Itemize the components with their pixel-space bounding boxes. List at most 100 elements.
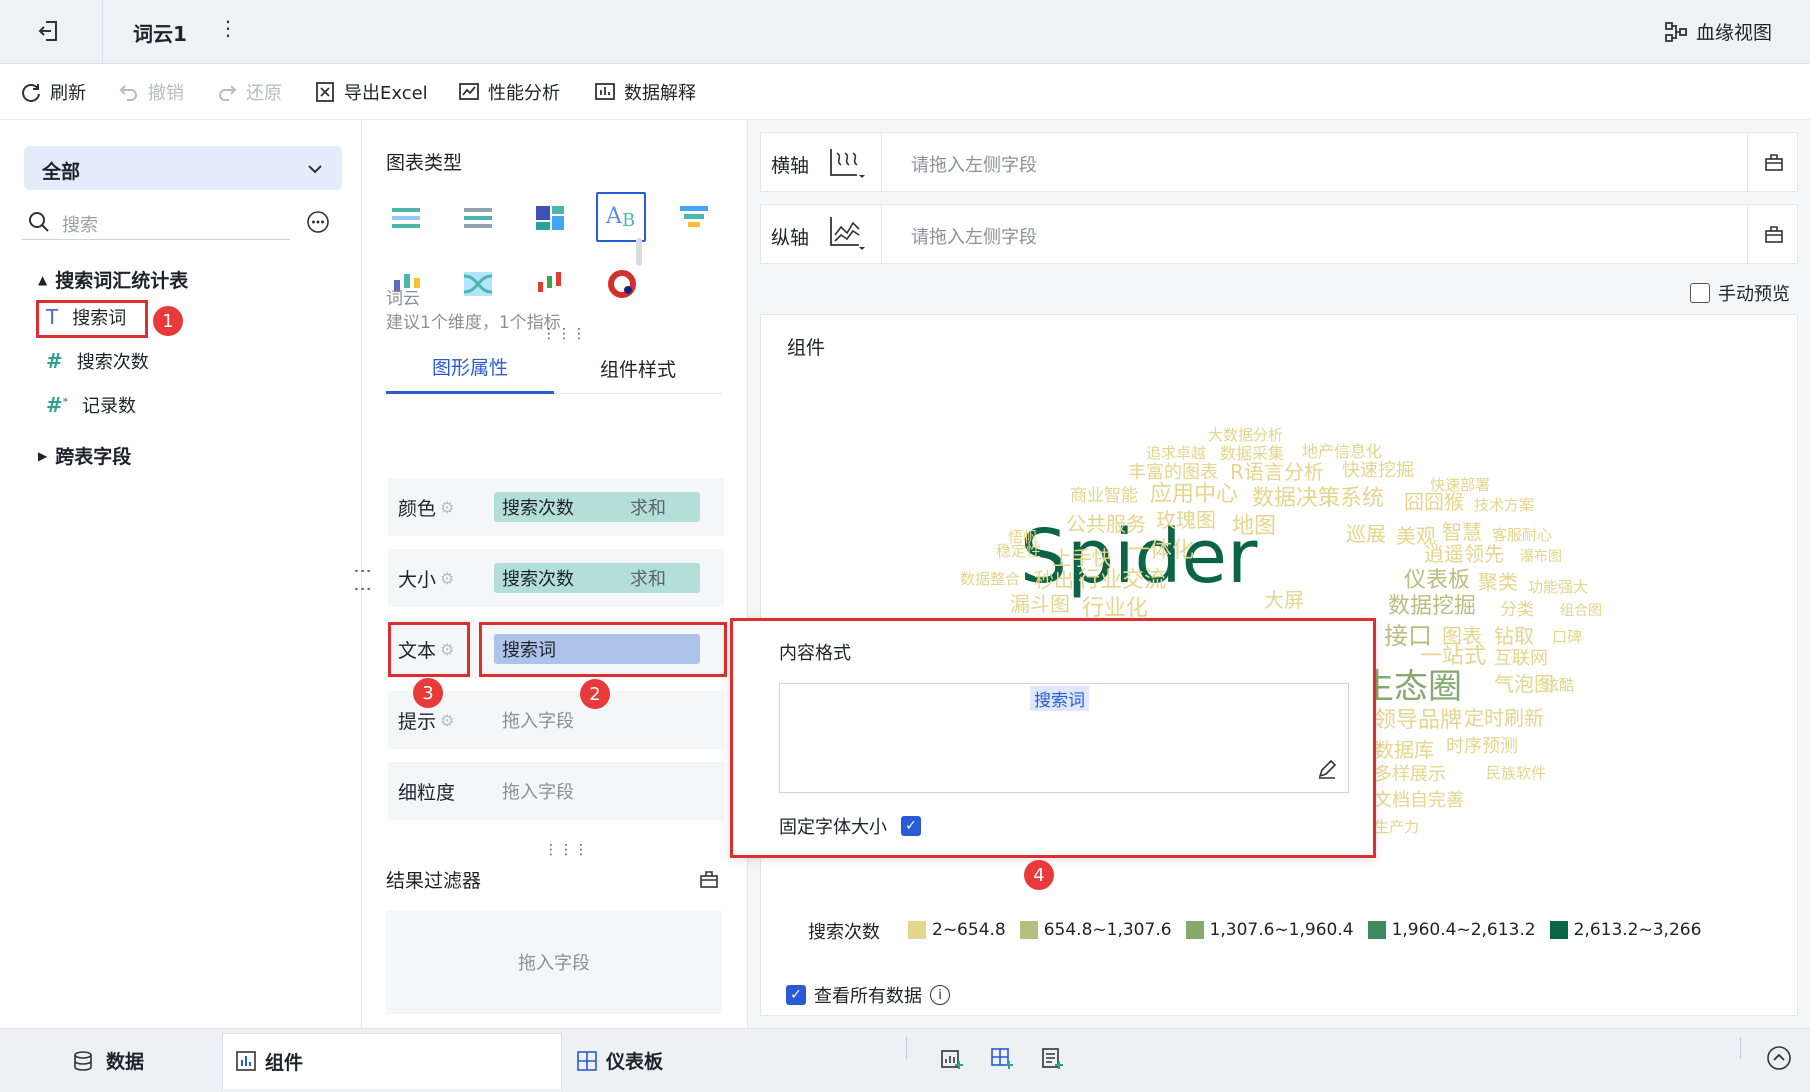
word-cloud-word[interactable]: 大屏 bbox=[1264, 590, 1304, 610]
word-cloud-word[interactable]: 秒出 bbox=[1034, 570, 1074, 590]
add-report-icon[interactable] bbox=[1040, 1047, 1064, 1071]
word-cloud-word[interactable]: 快速挖掘 bbox=[1342, 462, 1414, 480]
axis-settings-icon[interactable] bbox=[1763, 223, 1785, 245]
word-cloud-word[interactable]: 聚类 bbox=[1478, 572, 1518, 592]
data-explain-button[interactable]: 数据解释 bbox=[594, 64, 696, 120]
word-cloud-word[interactable]: 行业化 bbox=[1082, 598, 1148, 620]
word-cloud-word[interactable]: 应用中心 bbox=[1150, 484, 1238, 506]
filter-drop-zone[interactable]: 拖入字段 bbox=[386, 910, 722, 1014]
chart-type-scrollbar[interactable] bbox=[636, 238, 642, 266]
legend-item[interactable]: 1,960.4~2,613.2 bbox=[1367, 920, 1536, 940]
scope-select[interactable]: 全部 bbox=[24, 146, 342, 190]
x-axis-drop-zone[interactable]: 请拖入左侧字段 bbox=[911, 151, 1037, 177]
color-field-pill[interactable]: 搜索次数 求和 bbox=[494, 492, 700, 522]
tab-data[interactable]: 数据 bbox=[72, 1047, 144, 1074]
word-cloud-word[interactable]: 稳定性 bbox=[996, 544, 1041, 559]
word-cloud-word[interactable]: 大数据分析 bbox=[1208, 428, 1283, 443]
word-cloud-word[interactable]: 地图 bbox=[1232, 516, 1276, 538]
word-cloud-word[interactable]: 漏斗图 bbox=[1010, 594, 1070, 614]
edit-pencil-icon[interactable] bbox=[1316, 758, 1338, 780]
performance-analysis-button[interactable]: 性能分析 bbox=[458, 64, 560, 120]
refresh-button[interactable]: 刷新 bbox=[20, 64, 86, 120]
panel-resize-icon[interactable]: ⋮⋮ bbox=[352, 562, 373, 598]
word-cloud-word[interactable]: 追求卓越 bbox=[1146, 446, 1206, 461]
word-cloud-word[interactable]: 口碑 bbox=[1552, 630, 1582, 645]
info-icon[interactable]: i bbox=[930, 985, 950, 1005]
word-cloud-word[interactable]: 多样展示 bbox=[1374, 766, 1446, 784]
word-cloud-word[interactable]: 文档自完善 bbox=[1374, 792, 1464, 810]
word-cloud-word[interactable]: 行业交流 bbox=[1078, 570, 1166, 592]
word-cloud-word[interactable]: 上手快 bbox=[1052, 548, 1112, 568]
legend-item[interactable]: 1,307.6~1,960.4 bbox=[1185, 920, 1354, 940]
word-cloud-word[interactable]: 民族软件 bbox=[1486, 766, 1546, 781]
candlestick-chart-icon[interactable] bbox=[534, 268, 566, 300]
color-aggregation[interactable]: 求和 bbox=[630, 494, 666, 520]
size-aggregation[interactable]: 求和 bbox=[630, 565, 666, 591]
word-cloud-word[interactable]: 数据挖掘 bbox=[1388, 596, 1476, 618]
dashboard-ring-chart-icon[interactable] bbox=[606, 268, 638, 300]
filter-settings-icon[interactable] bbox=[698, 868, 720, 890]
gear-icon[interactable]: ⚙ bbox=[440, 711, 454, 730]
word-cloud-word[interactable]: 地产信息化 bbox=[1302, 444, 1382, 460]
word-cloud-word[interactable]: 图表 bbox=[1442, 626, 1482, 646]
tooltip-drop-zone[interactable]: 拖入字段 bbox=[502, 691, 574, 749]
table-node[interactable]: ▲ 搜索词汇统计表 bbox=[38, 266, 188, 293]
field-token[interactable]: 搜索词 bbox=[1030, 686, 1089, 711]
field-search-count[interactable]: # 搜索次数 bbox=[46, 348, 149, 374]
tab-component-style[interactable]: 组件样式 bbox=[554, 342, 722, 394]
funnel-chart-icon[interactable] bbox=[678, 202, 710, 234]
word-cloud-word[interactable]: R语言分析 bbox=[1230, 462, 1324, 482]
word-cloud-word[interactable]: 技术方案 bbox=[1474, 498, 1534, 513]
word-cloud-word[interactable]: 时序预测 bbox=[1446, 738, 1518, 756]
gear-icon[interactable]: ⚙ bbox=[440, 498, 454, 517]
export-excel-button[interactable]: 导出Excel bbox=[314, 64, 428, 120]
legend-item[interactable]: 654.8~1,307.6 bbox=[1019, 920, 1172, 940]
manual-preview-toggle[interactable]: 手动预览 bbox=[1690, 280, 1790, 306]
gear-icon[interactable]: ⚙ bbox=[440, 569, 454, 588]
word-cloud-word[interactable]: 定时刷新 bbox=[1464, 708, 1544, 728]
granularity-drop-zone[interactable]: 拖入字段 bbox=[502, 762, 574, 820]
word-cloud-chart-icon[interactable]: A B bbox=[596, 192, 646, 242]
tab-graphic-properties[interactable]: 图形属性 bbox=[386, 342, 554, 394]
checkbox-checked-icon[interactable]: ✓ bbox=[786, 985, 806, 1005]
word-cloud-word[interactable]: 数据决策系统 bbox=[1252, 488, 1384, 510]
resize-handle-icon[interactable]: ⋮⋮⋮ bbox=[544, 842, 589, 858]
detail-table-chart-icon[interactable] bbox=[462, 202, 494, 234]
word-cloud-word[interactable]: 分类 bbox=[1500, 602, 1534, 619]
word-cloud-word[interactable]: 公共服务 bbox=[1066, 514, 1146, 534]
word-cloud-word[interactable]: 互联网 bbox=[1494, 650, 1548, 668]
word-cloud-word[interactable]: 一站式 bbox=[1420, 646, 1486, 668]
word-cloud-word[interactable]: 一体化 bbox=[1128, 540, 1194, 562]
add-dashboard-icon[interactable] bbox=[990, 1047, 1014, 1071]
word-cloud-word[interactable]: 组合图 bbox=[1560, 604, 1602, 618]
field-record-count[interactable]: #* 记录数 bbox=[46, 392, 136, 418]
word-cloud-word[interactable]: 瀑布图 bbox=[1520, 550, 1562, 564]
more-options-icon[interactable] bbox=[306, 210, 330, 234]
sankey-chart-icon[interactable] bbox=[462, 268, 494, 300]
checkbox-unchecked-icon[interactable] bbox=[1690, 283, 1710, 303]
word-cloud-word[interactable]: 领导品牌 bbox=[1374, 710, 1462, 732]
word-cloud-word[interactable]: 智慧 bbox=[1442, 522, 1482, 542]
resize-handle-icon[interactable]: ⋮⋮⋮ bbox=[542, 326, 587, 342]
checkbox-checked-icon[interactable]: ✓ bbox=[901, 816, 921, 836]
axis-settings-icon[interactable] bbox=[1763, 151, 1785, 173]
cross-table-node[interactable]: ▶ 跨表字段 bbox=[38, 442, 131, 469]
fixed-font-size-toggle[interactable]: 固定字体大小 ✓ bbox=[779, 813, 921, 839]
word-cloud-word[interactable]: 商业智能 bbox=[1070, 488, 1138, 505]
tab-component[interactable]: 组件 bbox=[222, 1033, 562, 1089]
word-cloud-word[interactable]: 数据整合 bbox=[960, 572, 1020, 587]
exit-icon[interactable] bbox=[36, 18, 62, 44]
word-cloud-word[interactable]: 丰富的图表 bbox=[1128, 464, 1218, 482]
x-axis-type-icon[interactable] bbox=[827, 147, 867, 181]
word-cloud-word[interactable]: 生产力 bbox=[1374, 820, 1419, 835]
word-cloud-word[interactable]: 逍遥领先 bbox=[1424, 544, 1504, 564]
undo-button[interactable]: 撤销 bbox=[118, 64, 184, 120]
word-cloud-word[interactable]: 炫酷 bbox=[1544, 678, 1574, 693]
word-cloud-word[interactable]: 客服耐心 bbox=[1492, 528, 1552, 543]
content-format-editor[interactable]: 搜索词 bbox=[779, 683, 1349, 793]
more-menu-icon[interactable]: ⋮ bbox=[218, 16, 238, 40]
view-all-data-toggle[interactable]: ✓ 查看所有数据 i bbox=[786, 982, 950, 1008]
word-cloud-word[interactable]: 仪表板 bbox=[1404, 570, 1470, 592]
collapse-up-icon[interactable] bbox=[1766, 1045, 1792, 1071]
word-cloud-word[interactable]: 囧囧猴 bbox=[1404, 492, 1464, 512]
